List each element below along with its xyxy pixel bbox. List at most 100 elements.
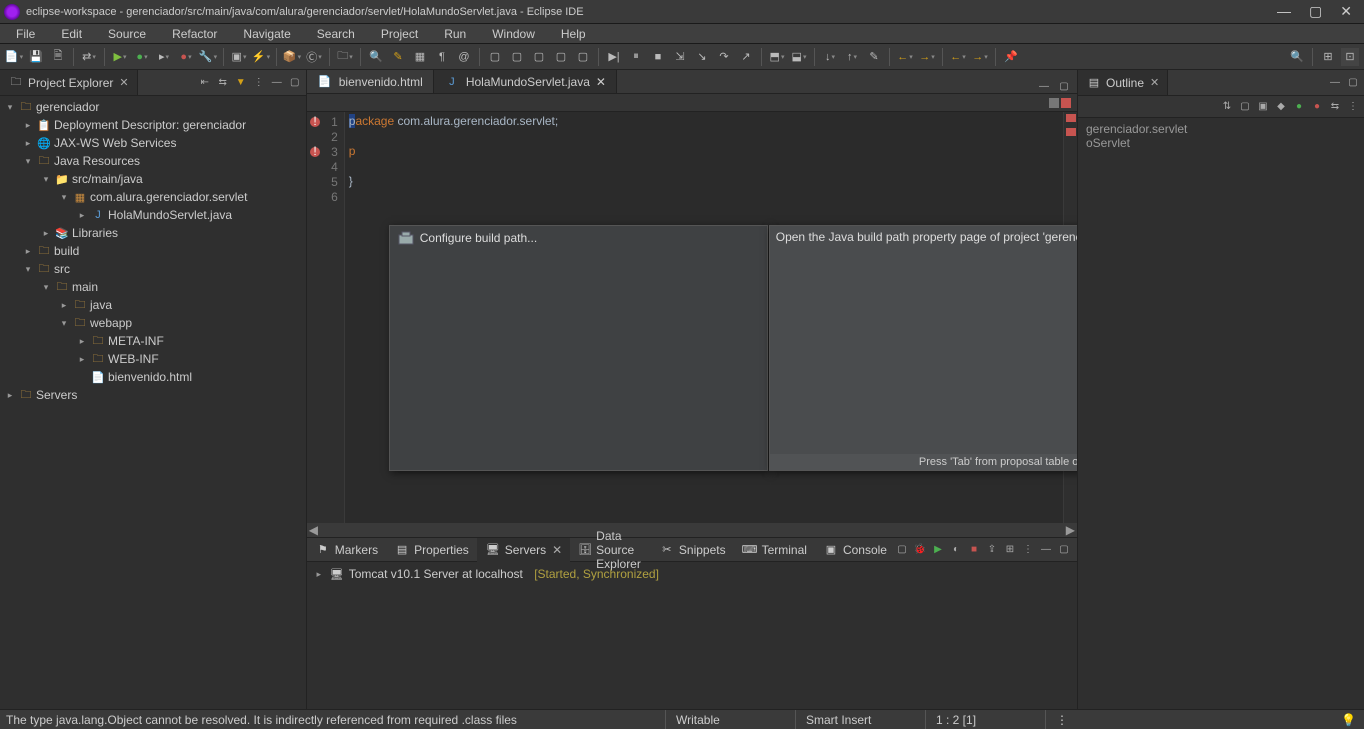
minimize-view-button[interactable]: — (270, 76, 284, 90)
maximize-view-button[interactable]: ▢ (288, 76, 302, 90)
open-perspective-button[interactable]: ⊞ (1319, 48, 1337, 66)
tree-node-main[interactable]: ▾🗀main (0, 278, 306, 296)
servers-body[interactable]: ▸ 🖥 Tomcat v10.1 Server at localhost [St… (307, 562, 1077, 709)
html-icon[interactable]: ▢ (530, 48, 548, 66)
terminate-button[interactable]: ■ (649, 48, 667, 66)
menu-file[interactable]: File (4, 25, 47, 43)
outline-class[interactable]: oServlet (1086, 136, 1356, 150)
prev-annotation-button[interactable]: ↑ (843, 48, 861, 66)
project-explorer-tab[interactable]: 🗀 Project Explorer ✕ (0, 70, 138, 95)
menu-project[interactable]: Project (369, 25, 430, 43)
server-publish-button[interactable]: ⇪ (985, 543, 999, 557)
status-menu[interactable]: ⋮ (1045, 710, 1066, 729)
quick-access-button[interactable]: 🔍 (1288, 48, 1306, 66)
open-type-button[interactable]: 🗀 (336, 48, 354, 66)
toggle-mark-button[interactable]: ✎ (389, 48, 407, 66)
next-annotation-button[interactable]: ↓ (821, 48, 839, 66)
menu-edit[interactable]: Edit (49, 25, 94, 43)
editor-tab-close[interactable]: ✕ (596, 75, 606, 89)
java-ee-perspective-button[interactable]: ⊡ (1341, 48, 1359, 66)
editor-maximize[interactable]: ▢ (1057, 79, 1071, 93)
filter-button[interactable]: ▼ (234, 76, 248, 90)
use-step-filters-button[interactable]: ⬓ (790, 48, 808, 66)
tab-servers[interactable]: 🖥Servers✕ (477, 538, 570, 562)
project-explorer-close[interactable]: ✕ (119, 76, 128, 89)
editor-hscroll[interactable]: ◀▶ (307, 523, 1077, 537)
editor-tab-bienvenido[interactable]: 📄 bienvenido.html (307, 70, 434, 93)
server-profile-button[interactable]: ◐ (949, 543, 963, 557)
menu-run[interactable]: Run (432, 25, 478, 43)
tree-node-src[interactable]: ▾🗀src (0, 260, 306, 278)
hide-fields-button[interactable]: ▢ (1238, 100, 1252, 114)
new-server-button[interactable]: ⚡ (252, 48, 270, 66)
menu-refactor[interactable]: Refactor (160, 25, 229, 43)
ruler-toggle-icon[interactable] (1049, 98, 1059, 108)
menu-navigate[interactable]: Navigate (231, 25, 302, 43)
menu-help[interactable]: Help (549, 25, 598, 43)
tree-node-project[interactable]: ▾🗀gerenciador (0, 98, 306, 116)
tree-node-servers[interactable]: ▸🗀Servers (0, 386, 306, 404)
step-return-button[interactable]: ↗ (737, 48, 755, 66)
view-menu-button[interactable]: ⋮ (252, 76, 266, 90)
menu-search[interactable]: Search (305, 25, 367, 43)
tree-node-libraries[interactable]: ▸📚Libraries (0, 224, 306, 242)
annotation-button[interactable]: @ (455, 48, 473, 66)
jsp-icon[interactable]: ▢ (486, 48, 504, 66)
nav-back-button[interactable]: ← (949, 48, 967, 66)
minimize-button[interactable]: — (1277, 3, 1291, 20)
forward-button[interactable]: → (918, 48, 936, 66)
server-start-debug-button[interactable]: 🐞 (913, 543, 927, 557)
tree-node-javares[interactable]: ▾🗀Java Resources (0, 152, 306, 170)
run-last-button[interactable]: ● (177, 48, 195, 66)
external-tools-button[interactable]: 🔧 (199, 48, 217, 66)
tree-node-javafile[interactable]: ▸JHolaMundoServlet.java (0, 206, 306, 224)
error-indicator-icon[interactable] (1061, 98, 1071, 108)
editor-minimize[interactable]: — (1037, 79, 1051, 93)
maximize-view-button[interactable]: ▢ (1057, 543, 1071, 557)
hide-local-button[interactable]: ● (1292, 100, 1306, 114)
maximize-view-button[interactable]: ▢ (1346, 76, 1360, 90)
tree-node-webapp[interactable]: ▾🗀webapp (0, 314, 306, 332)
content-assist-popup[interactable]: Configure build path... (389, 225, 768, 471)
tree-node-webinf[interactable]: ▸🗀WEB-INF (0, 350, 306, 368)
editor-code[interactable]: package com.alura.gerenciador.servlet; p… (345, 112, 1063, 523)
outline-close[interactable]: ✕ (1150, 76, 1159, 89)
editor-tab-holamundo[interactable]: J HolaMundoServlet.java ✕ (434, 70, 617, 93)
suspend-button[interactable]: ⏸ (627, 48, 645, 66)
coverage-button[interactable]: ▸ (155, 48, 173, 66)
back-button[interactable]: ← (896, 48, 914, 66)
new-java-class-button[interactable]: Ⓒ (305, 48, 323, 66)
minimize-view-button[interactable]: — (1039, 543, 1053, 557)
css-icon[interactable]: ▢ (508, 48, 526, 66)
collapse-all-button[interactable]: ⇤ (198, 76, 212, 90)
tree-node-jaxws[interactable]: ▸🌐JAX-WS Web Services (0, 134, 306, 152)
maximize-button[interactable]: ▢ (1309, 3, 1322, 20)
tab-console[interactable]: ▣Console (815, 538, 895, 562)
save-button[interactable]: 💾 (27, 48, 45, 66)
show-whitespace-button[interactable]: ¶ (433, 48, 451, 66)
disconnect-button[interactable]: ⇲ (671, 48, 689, 66)
run-button[interactable]: ● (133, 48, 151, 66)
server-new-button[interactable]: ▢ (895, 543, 909, 557)
tree-node-srcmainjava[interactable]: ▾📁src/main/java (0, 170, 306, 188)
tree-node-build[interactable]: ▸🗀build (0, 242, 306, 260)
drop-frame-button[interactable]: ⬒ (768, 48, 786, 66)
toggle-block-button[interactable]: ▦ (411, 48, 429, 66)
view-menu-button[interactable]: ⋮ (1346, 100, 1360, 114)
new-java-package-button[interactable]: 📦 (283, 48, 301, 66)
error-marker-icon[interactable]: ! (309, 116, 321, 128)
outline-tab[interactable]: ▤ Outline ✕ (1078, 70, 1168, 95)
tree-node-package[interactable]: ▾▦com.alura.gerenciador.servlet (0, 188, 306, 206)
close-button[interactable]: ✕ (1340, 3, 1352, 20)
content-assist-description[interactable]: Open the Java build path property page o… (769, 225, 1077, 471)
last-edit-button[interactable]: ✎ (865, 48, 883, 66)
focus-button[interactable]: ● (1310, 100, 1324, 114)
hide-static-button[interactable]: ▣ (1256, 100, 1270, 114)
menu-window[interactable]: Window (480, 25, 547, 43)
view-menu-button[interactable]: ⋮ (1021, 543, 1035, 557)
error-marker-icon[interactable]: ! (309, 146, 321, 158)
toggle-button[interactable]: ⇄ (80, 48, 98, 66)
tab-markers[interactable]: ⚑Markers (307, 538, 386, 562)
outline-body[interactable]: gerenciador.servlet oServlet (1078, 118, 1364, 154)
server-stop-button[interactable]: ■ (967, 543, 981, 557)
